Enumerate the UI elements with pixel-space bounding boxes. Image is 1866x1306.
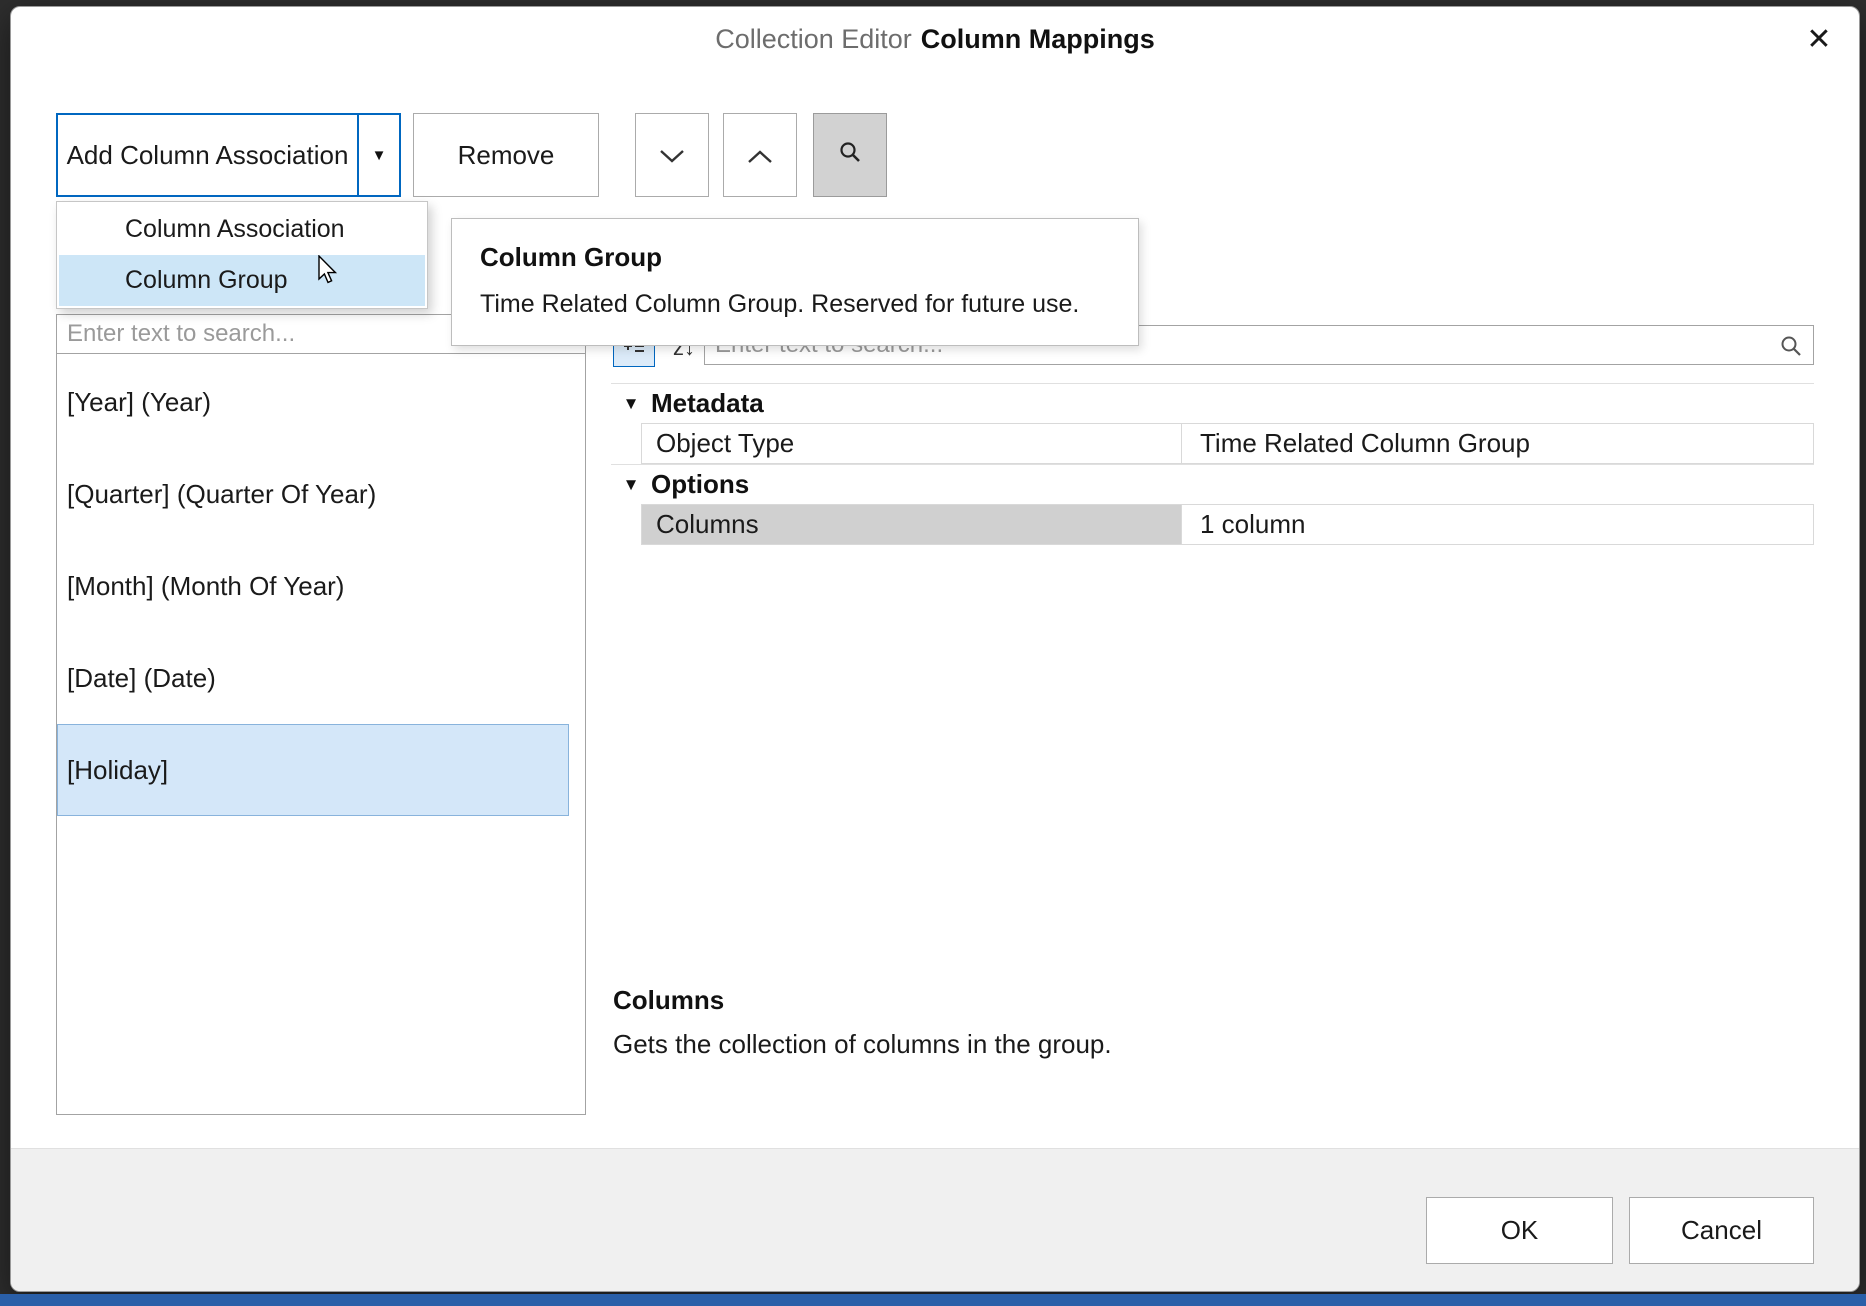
tooltip-title: Column Group bbox=[480, 242, 1110, 273]
collapse-triangle-icon[interactable]: ▼ bbox=[611, 394, 651, 414]
close-button[interactable]: ✕ bbox=[1795, 15, 1843, 63]
ok-button[interactable]: OK bbox=[1426, 1197, 1613, 1264]
category-row-options[interactable]: ▼ Options bbox=[611, 464, 1814, 504]
list-item-label: [Month] (Month Of Year) bbox=[67, 571, 344, 602]
chevron-down-icon: ▼ bbox=[372, 147, 387, 164]
ok-button-label: OK bbox=[1501, 1215, 1539, 1246]
collapse-triangle-icon[interactable]: ▼ bbox=[611, 475, 651, 495]
menu-item-label: Column Association bbox=[125, 215, 345, 244]
dialog-title-prefix: Collection Editor bbox=[715, 24, 912, 55]
property-value-cell[interactable]: Time Related Column Group bbox=[1182, 424, 1813, 463]
menu-item-label: Column Group bbox=[125, 266, 288, 295]
add-button-dropdown-menu: Column Association Column Group bbox=[56, 201, 428, 309]
property-value-cell[interactable]: 1 column bbox=[1182, 505, 1813, 544]
title-bar: Collection Editor Column Mappings bbox=[11, 7, 1859, 71]
column-mapping-list: [Year] (Year) [Quarter] (Quarter Of Year… bbox=[56, 353, 586, 1115]
list-item-quarter[interactable]: [Quarter] (Quarter Of Year) bbox=[57, 448, 585, 540]
search-icon bbox=[1779, 334, 1803, 363]
category-row-metadata[interactable]: ▼ Metadata bbox=[611, 383, 1814, 423]
list-item-holiday[interactable]: [Holiday] bbox=[57, 724, 569, 816]
list-item-label: [Year] (Year) bbox=[67, 387, 211, 418]
property-description-title: Columns bbox=[613, 985, 724, 1016]
move-up-button[interactable] bbox=[723, 113, 797, 197]
list-item-month[interactable]: [Month] (Month Of Year) bbox=[57, 540, 585, 632]
column-group-tooltip: Column Group Time Related Column Group. … bbox=[451, 218, 1139, 346]
cancel-button[interactable]: Cancel bbox=[1629, 1197, 1814, 1264]
tooltip-description: Time Related Column Group. Reserved for … bbox=[480, 290, 1110, 319]
list-item-label: [Date] (Date) bbox=[67, 663, 216, 694]
background-window-status-bar bbox=[0, 1294, 1866, 1306]
chevron-down-icon bbox=[659, 140, 685, 171]
search-toggle-button[interactable] bbox=[813, 113, 887, 197]
menu-item-column-association[interactable]: Column Association bbox=[59, 204, 425, 255]
search-icon bbox=[838, 140, 862, 171]
menu-item-column-group[interactable]: Column Group bbox=[59, 255, 425, 306]
add-button-dropdown-arrow[interactable]: ▼ bbox=[357, 115, 399, 195]
property-row-columns[interactable]: Columns 1 column bbox=[641, 504, 1814, 545]
dialog-footer: OK Cancel bbox=[11, 1148, 1859, 1291]
add-button-label: Add Column Association bbox=[58, 140, 357, 171]
close-icon: ✕ bbox=[1806, 22, 1831, 57]
dialog-title: Column Mappings bbox=[921, 24, 1155, 55]
list-item-date[interactable]: [Date] (Date) bbox=[57, 632, 585, 724]
collection-editor-dialog: Collection Editor Column Mappings ✕ Add … bbox=[10, 6, 1860, 1292]
list-item-label: [Holiday] bbox=[67, 755, 168, 786]
property-row-object-type[interactable]: Object Type Time Related Column Group bbox=[641, 423, 1814, 464]
property-description-text: Gets the collection of columns in the gr… bbox=[613, 1029, 1112, 1060]
property-name-cell[interactable]: Columns bbox=[642, 505, 1182, 544]
list-item-label: [Quarter] (Quarter Of Year) bbox=[67, 479, 376, 510]
category-label: Options bbox=[651, 469, 749, 500]
category-label: Metadata bbox=[651, 388, 764, 419]
move-down-button[interactable] bbox=[635, 113, 709, 197]
mouse-cursor-icon bbox=[317, 255, 343, 292]
property-name-cell[interactable]: Object Type bbox=[642, 424, 1182, 463]
list-item-year[interactable]: [Year] (Year) bbox=[57, 356, 585, 448]
cancel-button-label: Cancel bbox=[1681, 1215, 1762, 1246]
remove-button[interactable]: Remove bbox=[413, 113, 599, 197]
chevron-up-icon bbox=[747, 140, 773, 171]
add-column-association-button[interactable]: Add Column Association ▼ bbox=[56, 113, 401, 197]
remove-button-label: Remove bbox=[458, 140, 555, 171]
